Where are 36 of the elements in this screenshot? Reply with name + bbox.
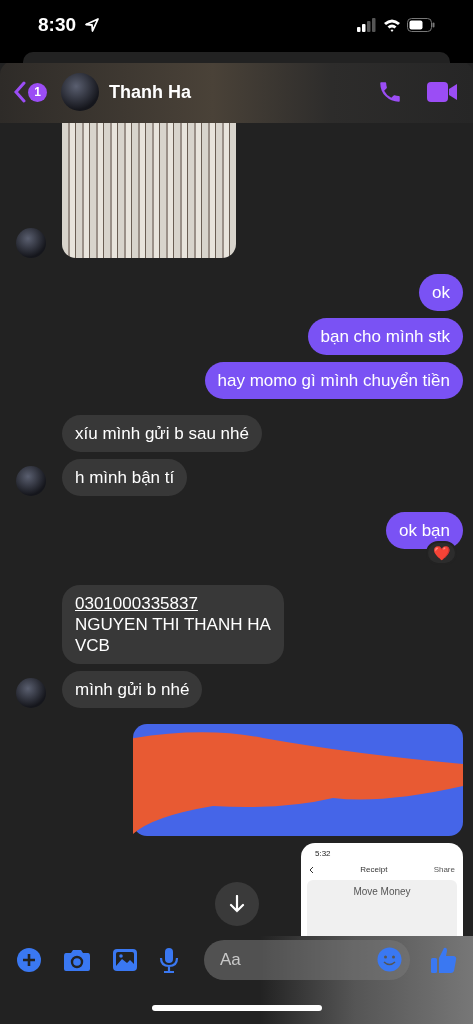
message-bubble: bạn cho mình stk	[307, 318, 463, 355]
back-chevron-icon	[309, 865, 314, 874]
message-bubble: hay momo gì mình chuyển tiền	[204, 362, 463, 399]
back-button[interactable]: 1	[14, 81, 47, 103]
avatar	[61, 73, 99, 111]
message-bubble: mình gửi b nhé	[62, 671, 203, 708]
wifi-icon	[383, 18, 401, 32]
receipt-time: 5:32	[315, 848, 331, 858]
camera-icon[interactable]	[63, 948, 91, 972]
signal-icon	[357, 18, 377, 32]
microphone-icon[interactable]	[159, 947, 179, 973]
contact-name: Thanh Ha	[109, 81, 191, 103]
status-time: 8:30	[38, 14, 77, 36]
scroll-down-button[interactable]	[215, 882, 259, 926]
back-chevron-icon	[14, 81, 26, 103]
message-bubble: xíu mình gửi b sau nhé	[62, 415, 262, 452]
photo-placeholder[interactable]	[62, 123, 236, 258]
down-arrow-icon	[229, 895, 245, 913]
receipt-heading: Move Money	[353, 886, 411, 899]
battery-icon	[407, 18, 435, 32]
phone-icon[interactable]	[377, 79, 403, 105]
message-bubble: ok	[419, 274, 463, 311]
location-arrow-icon	[84, 17, 101, 33]
account-number-link[interactable]: 0301000335837	[75, 593, 271, 614]
share-link: Share	[433, 865, 455, 874]
video-camera-icon[interactable]	[427, 81, 457, 103]
unread-count: 1	[28, 82, 47, 102]
message-bubble: h mình bận tí	[62, 459, 188, 496]
message-input[interactable]: Aa	[204, 940, 410, 980]
message-text: NGUYEN THI THANH HA	[75, 614, 271, 635]
message-text: VCB	[75, 635, 111, 656]
receipt-title: Receipt	[360, 865, 388, 874]
receipt-screenshot[interactable]: 5:32 Receipt Share Move Money	[301, 843, 463, 936]
image-icon[interactable]	[112, 948, 138, 972]
thumbs-up-icon[interactable]	[431, 946, 457, 974]
plus-icon[interactable]	[16, 947, 42, 973]
